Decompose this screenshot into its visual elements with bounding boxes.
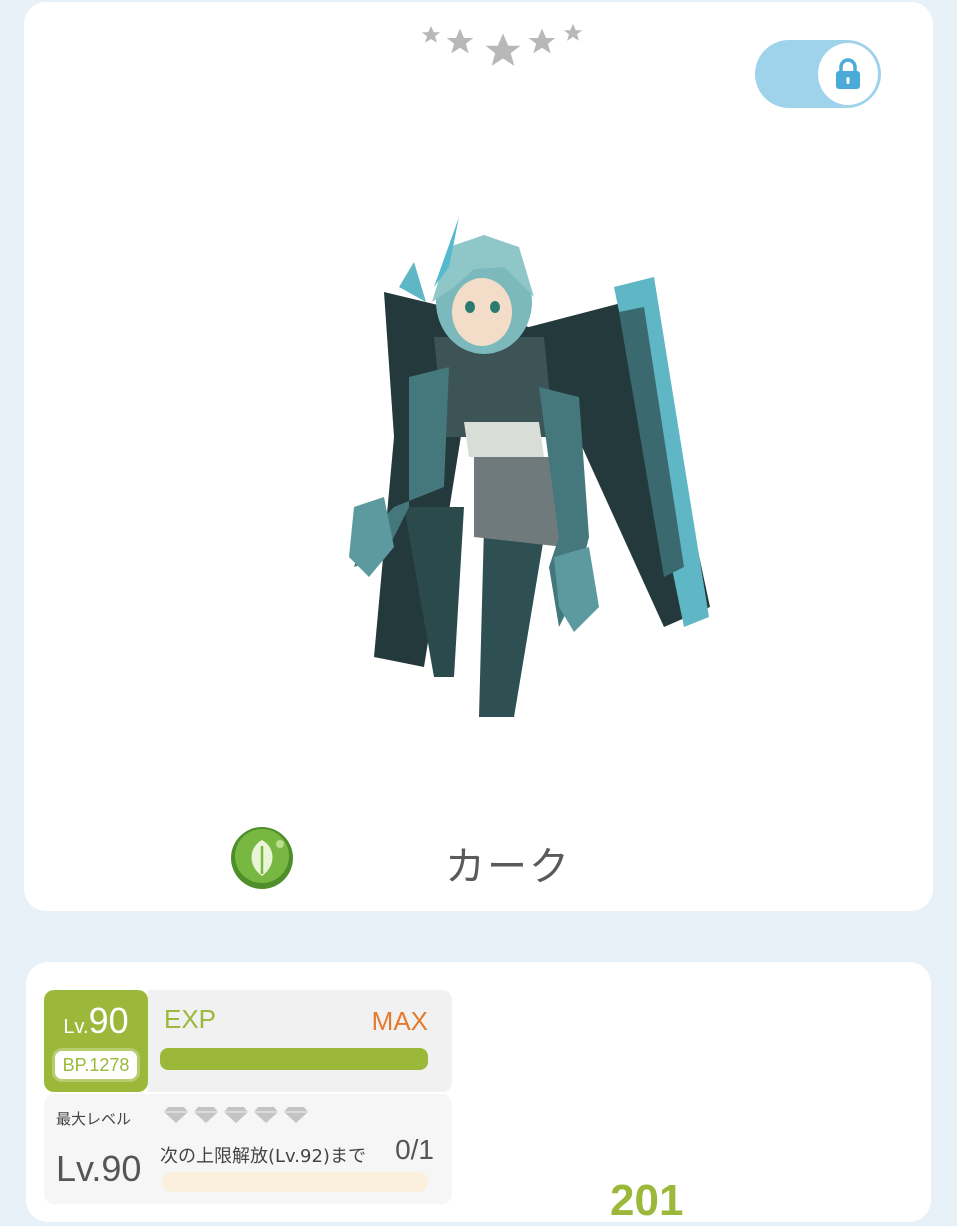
diamond-icon (164, 1107, 188, 1123)
unlock-progress-bar (162, 1172, 428, 1192)
stats-card: Lv.90 BP.1278 EXP MAX 最大レベル Lv.90 次の上限解放… (26, 962, 931, 1225)
lock-icon (836, 58, 860, 89)
exp-label: EXP (164, 1004, 217, 1034)
max-level-value: Lv.90 (56, 1148, 142, 1189)
character-illustration (349, 217, 710, 717)
star-icon (563, 23, 583, 41)
max-level-label: 最大レベル (56, 1110, 132, 1128)
star-icon (528, 28, 556, 54)
bp-badge: BP.1278 (52, 1048, 140, 1082)
character-name: カーク (445, 844, 571, 890)
star-icon (421, 25, 441, 43)
next-unlock-text: 次の上限解放(Lv.92)まで (160, 1146, 366, 1167)
diamond-icon (254, 1107, 278, 1123)
exp-bar-fill (160, 1048, 428, 1070)
diamond-icon (194, 1107, 218, 1123)
level-box: Lv.90 BP.1278 (44, 990, 148, 1092)
rarity-stars (402, 18, 592, 78)
level-display: Lv.90 (44, 1000, 148, 1042)
star-icon (446, 28, 474, 54)
leaf-icon (231, 827, 293, 889)
exp-bar (160, 1048, 428, 1070)
diamond-icon (224, 1107, 248, 1123)
level-value: 90 (88, 1000, 129, 1041)
toggle-knob[interactable] (818, 43, 878, 105)
lock-toggle[interactable] (755, 40, 881, 108)
bp-stat-value: 201 (610, 1176, 684, 1225)
limit-break-gems (164, 1106, 308, 1124)
star-icon (485, 33, 521, 66)
exp-panel: EXP MAX (148, 990, 452, 1092)
character-card: カーク (24, 2, 933, 911)
limit-break-panel: 最大レベル Lv.90 次の上限解放(Lv.92)まで 0/1 (44, 1094, 452, 1204)
level-prefix: Lv. (63, 1016, 89, 1038)
unlock-count: 0/1 (395, 1134, 434, 1165)
exp-status: MAX (371, 1006, 428, 1036)
diamond-icon (284, 1107, 308, 1123)
